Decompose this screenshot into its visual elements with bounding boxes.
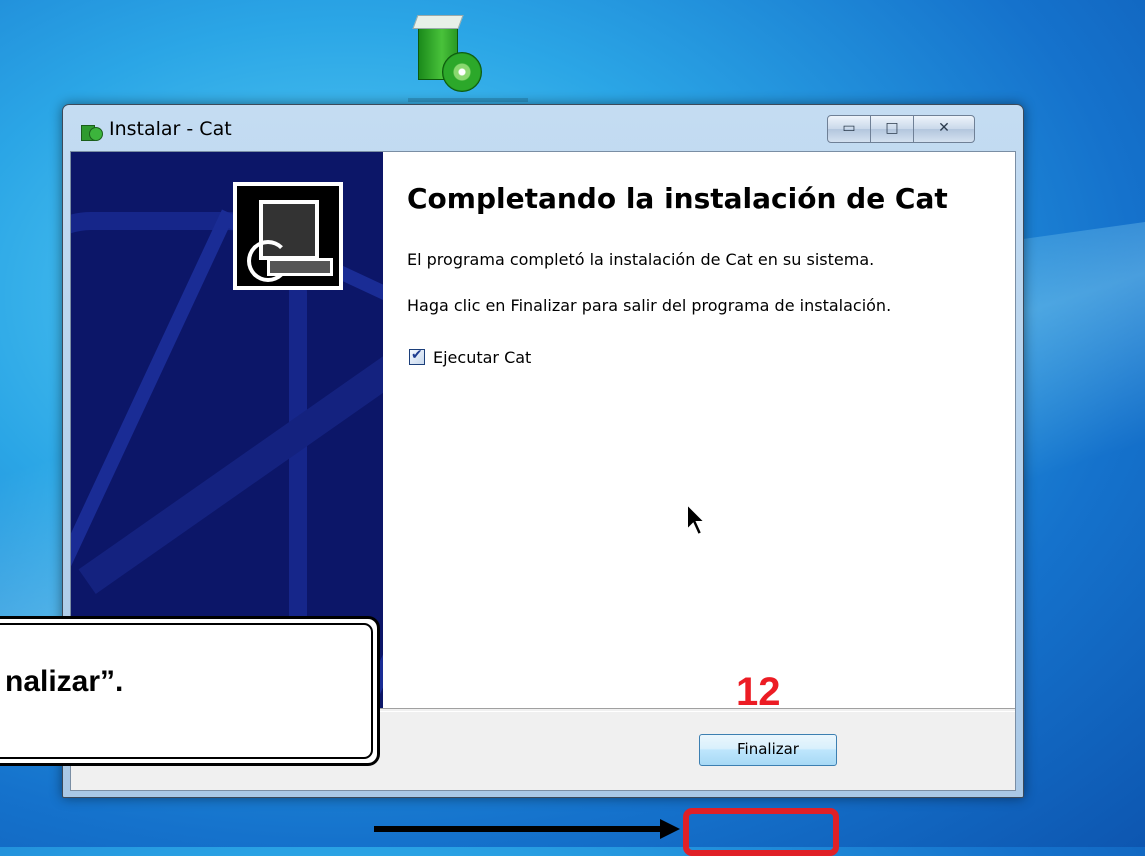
- run-cat-checkbox[interactable]: ✔: [409, 347, 425, 365]
- pointer-arrow-line: [374, 826, 664, 832]
- title-bar[interactable]: Instalar - Cat ▭ □ ✕: [63, 105, 1023, 151]
- installer-package-icon[interactable]: [410, 8, 490, 98]
- completion-message: El programa completó la instalación de C…: [407, 250, 875, 269]
- finish-button[interactable]: Finalizar: [699, 734, 837, 766]
- step-number: 12: [736, 670, 781, 714]
- page-heading: Completando la instalación de Cat: [407, 182, 948, 215]
- maximize-button[interactable]: □: [870, 115, 914, 143]
- instruction-callout: nalizar”.: [0, 616, 380, 766]
- window-title: Instalar - Cat: [109, 118, 232, 140]
- callout-text: nalizar”.: [5, 665, 124, 698]
- finish-button-highlight: [683, 808, 839, 856]
- minimize-icon: ▭: [842, 120, 856, 136]
- finish-instruction: Haga clic en Finalizar para salir del pr…: [407, 296, 892, 315]
- minimize-button[interactable]: ▭: [827, 115, 871, 143]
- arrow-head-icon: [660, 819, 680, 839]
- desktop-icon-label: [408, 98, 528, 102]
- maximize-icon: □: [885, 120, 899, 136]
- close-icon: ✕: [938, 120, 950, 136]
- checkmark-icon: ✔: [411, 347, 423, 363]
- installer-app-icon: [79, 119, 103, 141]
- close-button[interactable]: ✕: [913, 115, 975, 143]
- run-cat-label[interactable]: Ejecutar Cat: [433, 348, 531, 367]
- wizard-content: Completando la instalación de Cat El pro…: [383, 152, 1015, 708]
- setup-logo-icon: [233, 182, 343, 290]
